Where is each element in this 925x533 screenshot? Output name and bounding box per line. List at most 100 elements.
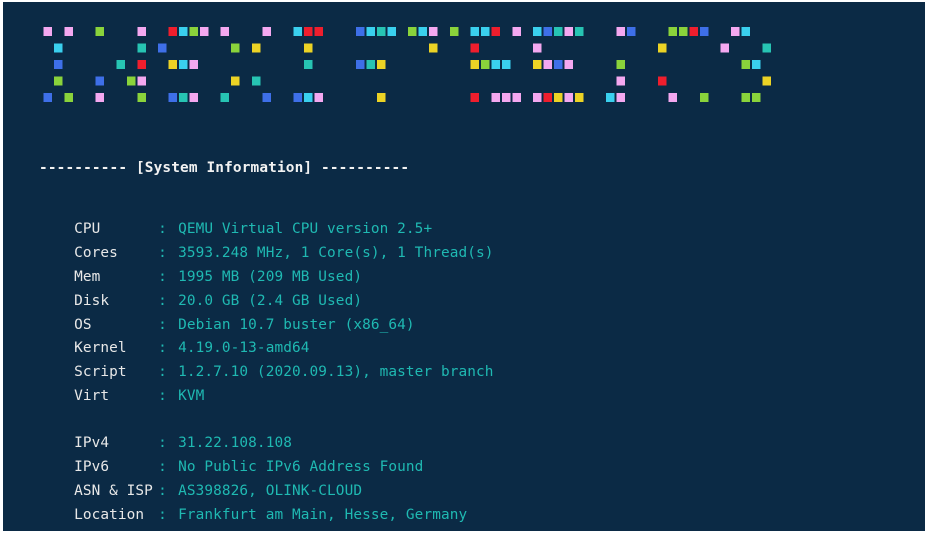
logo-block xyxy=(470,60,479,69)
info-value: Frankfurt am Main, Hesse, Germany xyxy=(178,507,468,524)
logo-block xyxy=(512,93,521,102)
logo-block xyxy=(679,27,688,36)
logo-block xyxy=(481,60,490,69)
logo-block xyxy=(95,93,104,102)
logo-block xyxy=(543,60,552,69)
logo-block xyxy=(293,27,302,36)
logo-block xyxy=(616,76,625,86)
logo-block xyxy=(293,93,302,102)
logo-block xyxy=(356,27,365,36)
logo-block xyxy=(387,27,396,36)
logo-block xyxy=(262,93,271,102)
logo-block xyxy=(137,43,146,53)
logo-block xyxy=(689,27,698,36)
info-row-virt: Virt: KVM xyxy=(39,375,204,418)
logo-block xyxy=(304,60,313,69)
logo-block xyxy=(64,93,73,102)
logo-block xyxy=(220,93,229,102)
logo-block xyxy=(377,93,386,102)
logo-block xyxy=(533,93,542,102)
logo-block xyxy=(252,76,261,86)
logo-block xyxy=(189,60,198,69)
logo-block xyxy=(700,27,709,36)
logo-block xyxy=(533,60,542,69)
logo-block xyxy=(627,27,636,36)
logo-block xyxy=(533,43,542,53)
logo-block xyxy=(137,93,146,102)
logo-block xyxy=(543,27,552,36)
logo-block xyxy=(512,27,521,36)
logo-block xyxy=(564,93,573,102)
logo-block xyxy=(168,27,177,36)
logo-block xyxy=(564,27,573,36)
logo-block xyxy=(200,27,209,36)
logo-block xyxy=(43,27,52,36)
logo-block xyxy=(658,76,667,86)
logo-block xyxy=(95,76,104,86)
logo-block xyxy=(54,76,63,86)
logo-block xyxy=(189,27,198,36)
logo-block xyxy=(554,60,563,69)
logo-block xyxy=(762,76,771,86)
logo-block xyxy=(179,60,188,69)
logo-block xyxy=(575,93,584,102)
logo-block xyxy=(554,27,563,36)
logo-block xyxy=(366,60,375,69)
logo-block xyxy=(564,60,573,69)
logo-block xyxy=(700,93,709,102)
logo-block xyxy=(533,27,542,36)
logo-block xyxy=(616,93,625,102)
logo-block xyxy=(168,93,177,102)
logo-block xyxy=(491,60,500,69)
logo-block xyxy=(554,93,563,102)
logo-block xyxy=(43,93,52,102)
logo-block xyxy=(616,27,625,36)
terminal-window[interactable]: ---------- [System Information] --------… xyxy=(3,2,925,531)
logo-block xyxy=(189,93,198,102)
logo-block xyxy=(752,60,761,69)
logo-block xyxy=(491,27,500,36)
logo-block xyxy=(377,27,386,36)
logo-block xyxy=(502,60,511,69)
logo-block xyxy=(366,27,375,36)
logo-block xyxy=(127,76,136,86)
logo-block xyxy=(356,60,365,69)
logo-block xyxy=(720,43,729,53)
logo-block xyxy=(116,60,125,69)
logo-block xyxy=(408,27,417,36)
logo-block xyxy=(470,43,479,53)
logo-block xyxy=(429,27,438,36)
logo-block xyxy=(304,27,313,36)
logo-block xyxy=(304,93,313,102)
logo-block xyxy=(158,43,167,53)
info-row-location: Location: Frankfurt am Main, Hesse, Germa… xyxy=(39,494,467,531)
logo-block xyxy=(668,93,677,102)
logo-block xyxy=(231,43,240,53)
logo-block xyxy=(575,27,584,36)
logo-block xyxy=(543,93,552,102)
info-separator: : xyxy=(158,507,167,524)
logo-block xyxy=(658,43,667,53)
logo-block xyxy=(252,43,261,53)
logo-block xyxy=(377,60,386,69)
info-value: 1.2.7.10 (2020.09.13), master branch xyxy=(178,364,494,381)
logo-block xyxy=(179,27,188,36)
logo-block xyxy=(137,60,146,69)
logo-block xyxy=(668,27,677,36)
logo-block xyxy=(762,43,771,53)
logo-block xyxy=(741,60,750,69)
logo-block xyxy=(481,27,490,36)
logo-block xyxy=(95,27,104,36)
logo-block xyxy=(262,27,271,36)
logo-block xyxy=(741,93,750,102)
logo-block xyxy=(502,93,511,102)
logo-block xyxy=(137,76,146,86)
logo-block xyxy=(418,27,427,36)
logo-block xyxy=(314,27,323,36)
logo-block xyxy=(731,27,740,36)
logo-block xyxy=(616,60,625,69)
logo-block xyxy=(741,27,750,36)
ascii-art-logo-icon xyxy=(43,27,771,102)
logo-block xyxy=(231,76,240,86)
info-label: Location xyxy=(74,507,145,524)
